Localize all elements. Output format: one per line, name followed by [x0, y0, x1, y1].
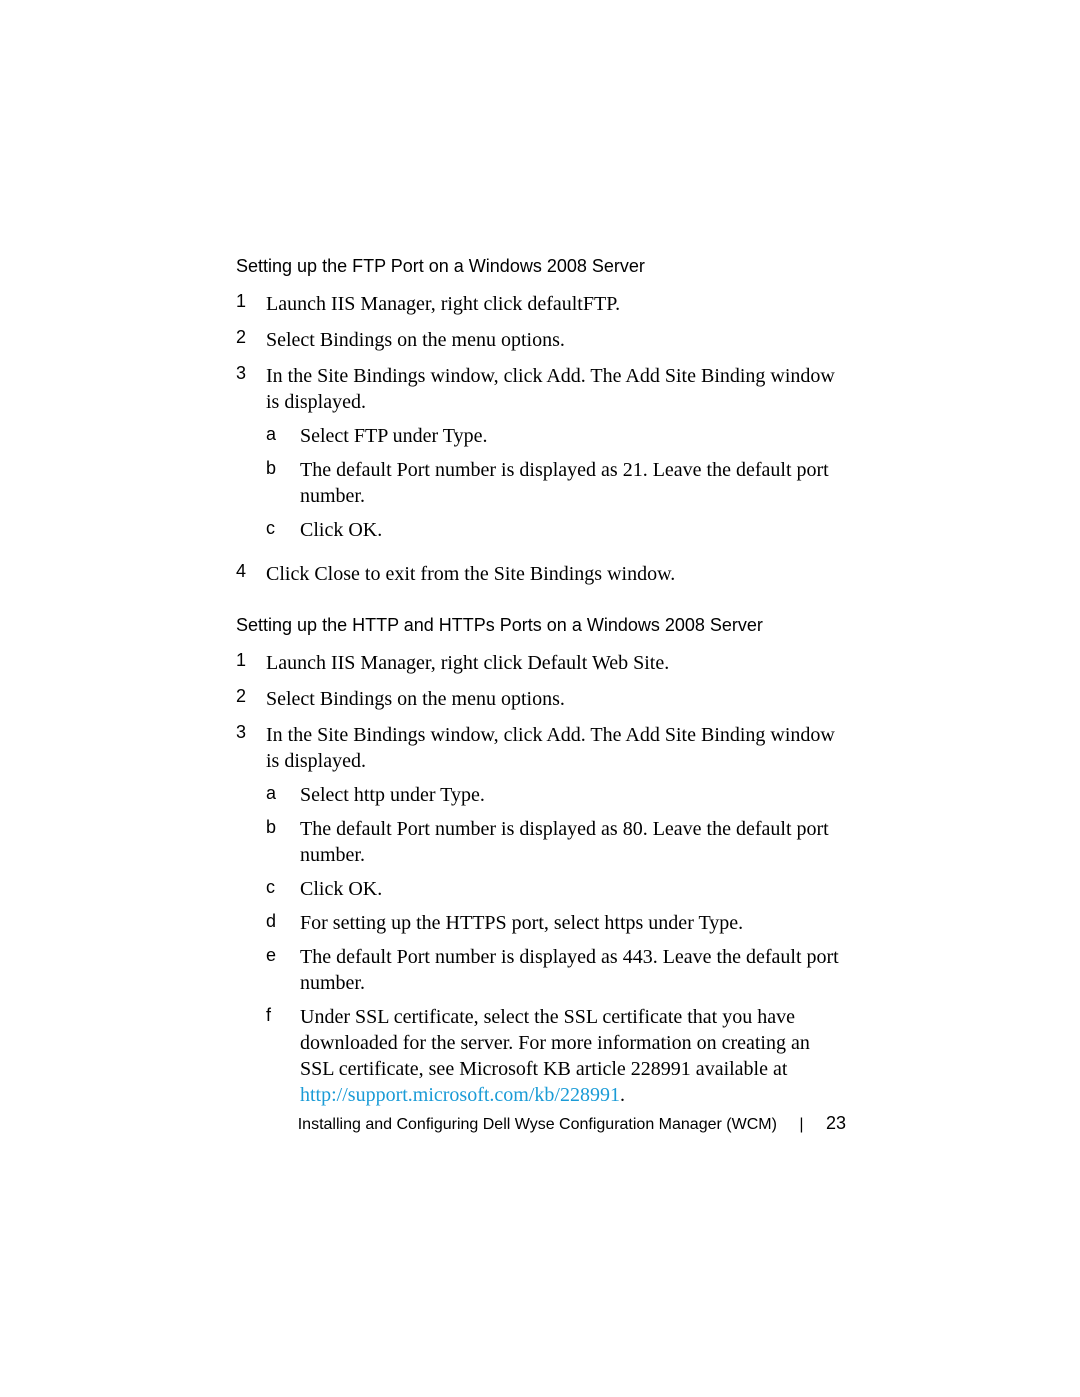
sublist-text: The default Port number is displayed as … [300, 457, 848, 509]
sublist-text: Click OK. [300, 517, 848, 543]
list-item: 2 Select Bindings on the menu options. [236, 327, 848, 353]
list-text: Click Close to exit from the Site Bindin… [266, 561, 848, 587]
list-marker: 1 [236, 291, 266, 317]
list-item: 3 In the Site Bindings window, click Add… [236, 363, 848, 551]
sublist-text: Under SSL certificate, select the SSL ce… [300, 1004, 848, 1108]
sublist-item: c Click OK. [266, 876, 848, 902]
list-marker: 1 [236, 650, 266, 676]
sublist-marker: d [266, 910, 300, 936]
list-text-span: In the Site Bindings window, click Add. … [266, 724, 835, 772]
list-marker: 3 [236, 722, 266, 1116]
list-marker: 2 [236, 686, 266, 712]
section2-heading: Setting up the HTTP and HTTPs Ports on a… [236, 615, 848, 636]
list-text: Select Bindings on the menu options. [266, 327, 848, 353]
list-item: 1 Launch IIS Manager, right click Defaul… [236, 650, 848, 676]
page: Setting up the FTP Port on a Windows 200… [0, 0, 1080, 1397]
sublist-item: a Select http under Type. [266, 782, 848, 808]
sublist-item: b The default Port number is displayed a… [266, 816, 848, 868]
section1-list: 1 Launch IIS Manager, right click defaul… [236, 291, 848, 587]
list-item: 4 Click Close to exit from the Site Bind… [236, 561, 848, 587]
sublist-marker: c [266, 517, 300, 543]
list-text: Launch IIS Manager, right click defaultF… [266, 291, 848, 317]
sublist-marker: a [266, 782, 300, 808]
section2-list: 1 Launch IIS Manager, right click Defaul… [236, 650, 848, 1116]
sublist-item: e The default Port number is displayed a… [266, 944, 848, 996]
sublist-item: d For setting up the HTTPS port, select … [266, 910, 848, 936]
list-text: In the Site Bindings window, click Add. … [266, 363, 848, 551]
section1-heading: Setting up the FTP Port on a Windows 200… [236, 256, 848, 277]
sublist-text-post: . [620, 1084, 625, 1106]
sublist-text: For setting up the HTTPS port, select ht… [300, 910, 848, 936]
list-marker: 2 [236, 327, 266, 353]
list-marker: 3 [236, 363, 266, 551]
sublist-item: b The default Port number is displayed a… [266, 457, 848, 509]
list-marker: 4 [236, 561, 266, 587]
footer-separator: | [799, 1116, 803, 1134]
page-number: 23 [826, 1113, 846, 1133]
list-text: Launch IIS Manager, right click Default … [266, 650, 848, 676]
sublist-marker: c [266, 876, 300, 902]
sublist-item: a Select FTP under Type. [266, 423, 848, 449]
sublist-marker: b [266, 457, 300, 509]
content-area: Setting up the FTP Port on a Windows 200… [236, 256, 848, 1140]
footer-title: Installing and Configuring Dell Wyse Con… [298, 1116, 777, 1133]
sublist: a Select FTP under Type. b The default P… [266, 423, 848, 543]
sublist: a Select http under Type. b The default … [266, 782, 848, 1108]
kb-link[interactable]: http://support.microsoft.com/kb/228991 [300, 1084, 620, 1106]
sublist-marker: e [266, 944, 300, 996]
page-footer: Installing and Configuring Dell Wyse Con… [0, 1113, 846, 1134]
sublist-item: c Click OK. [266, 517, 848, 543]
list-text: Select Bindings on the menu options. [266, 686, 848, 712]
sublist-text: The default Port number is displayed as … [300, 816, 848, 868]
list-item: 3 In the Site Bindings window, click Add… [236, 722, 848, 1116]
list-item: 1 Launch IIS Manager, right click defaul… [236, 291, 848, 317]
sublist-marker: f [266, 1004, 300, 1108]
sublist-text: The default Port number is displayed as … [300, 944, 848, 996]
sublist-text: Select FTP under Type. [300, 423, 848, 449]
sublist-marker: b [266, 816, 300, 868]
sublist-text-pre: Under SSL certificate, select the SSL ce… [300, 1006, 810, 1080]
list-text-span: In the Site Bindings window, click Add. … [266, 365, 835, 413]
list-item: 2 Select Bindings on the menu options. [236, 686, 848, 712]
sublist-marker: a [266, 423, 300, 449]
sublist-text: Select http under Type. [300, 782, 848, 808]
sublist-text: Click OK. [300, 876, 848, 902]
sublist-item: f Under SSL certificate, select the SSL … [266, 1004, 848, 1108]
list-text: In the Site Bindings window, click Add. … [266, 722, 848, 1116]
